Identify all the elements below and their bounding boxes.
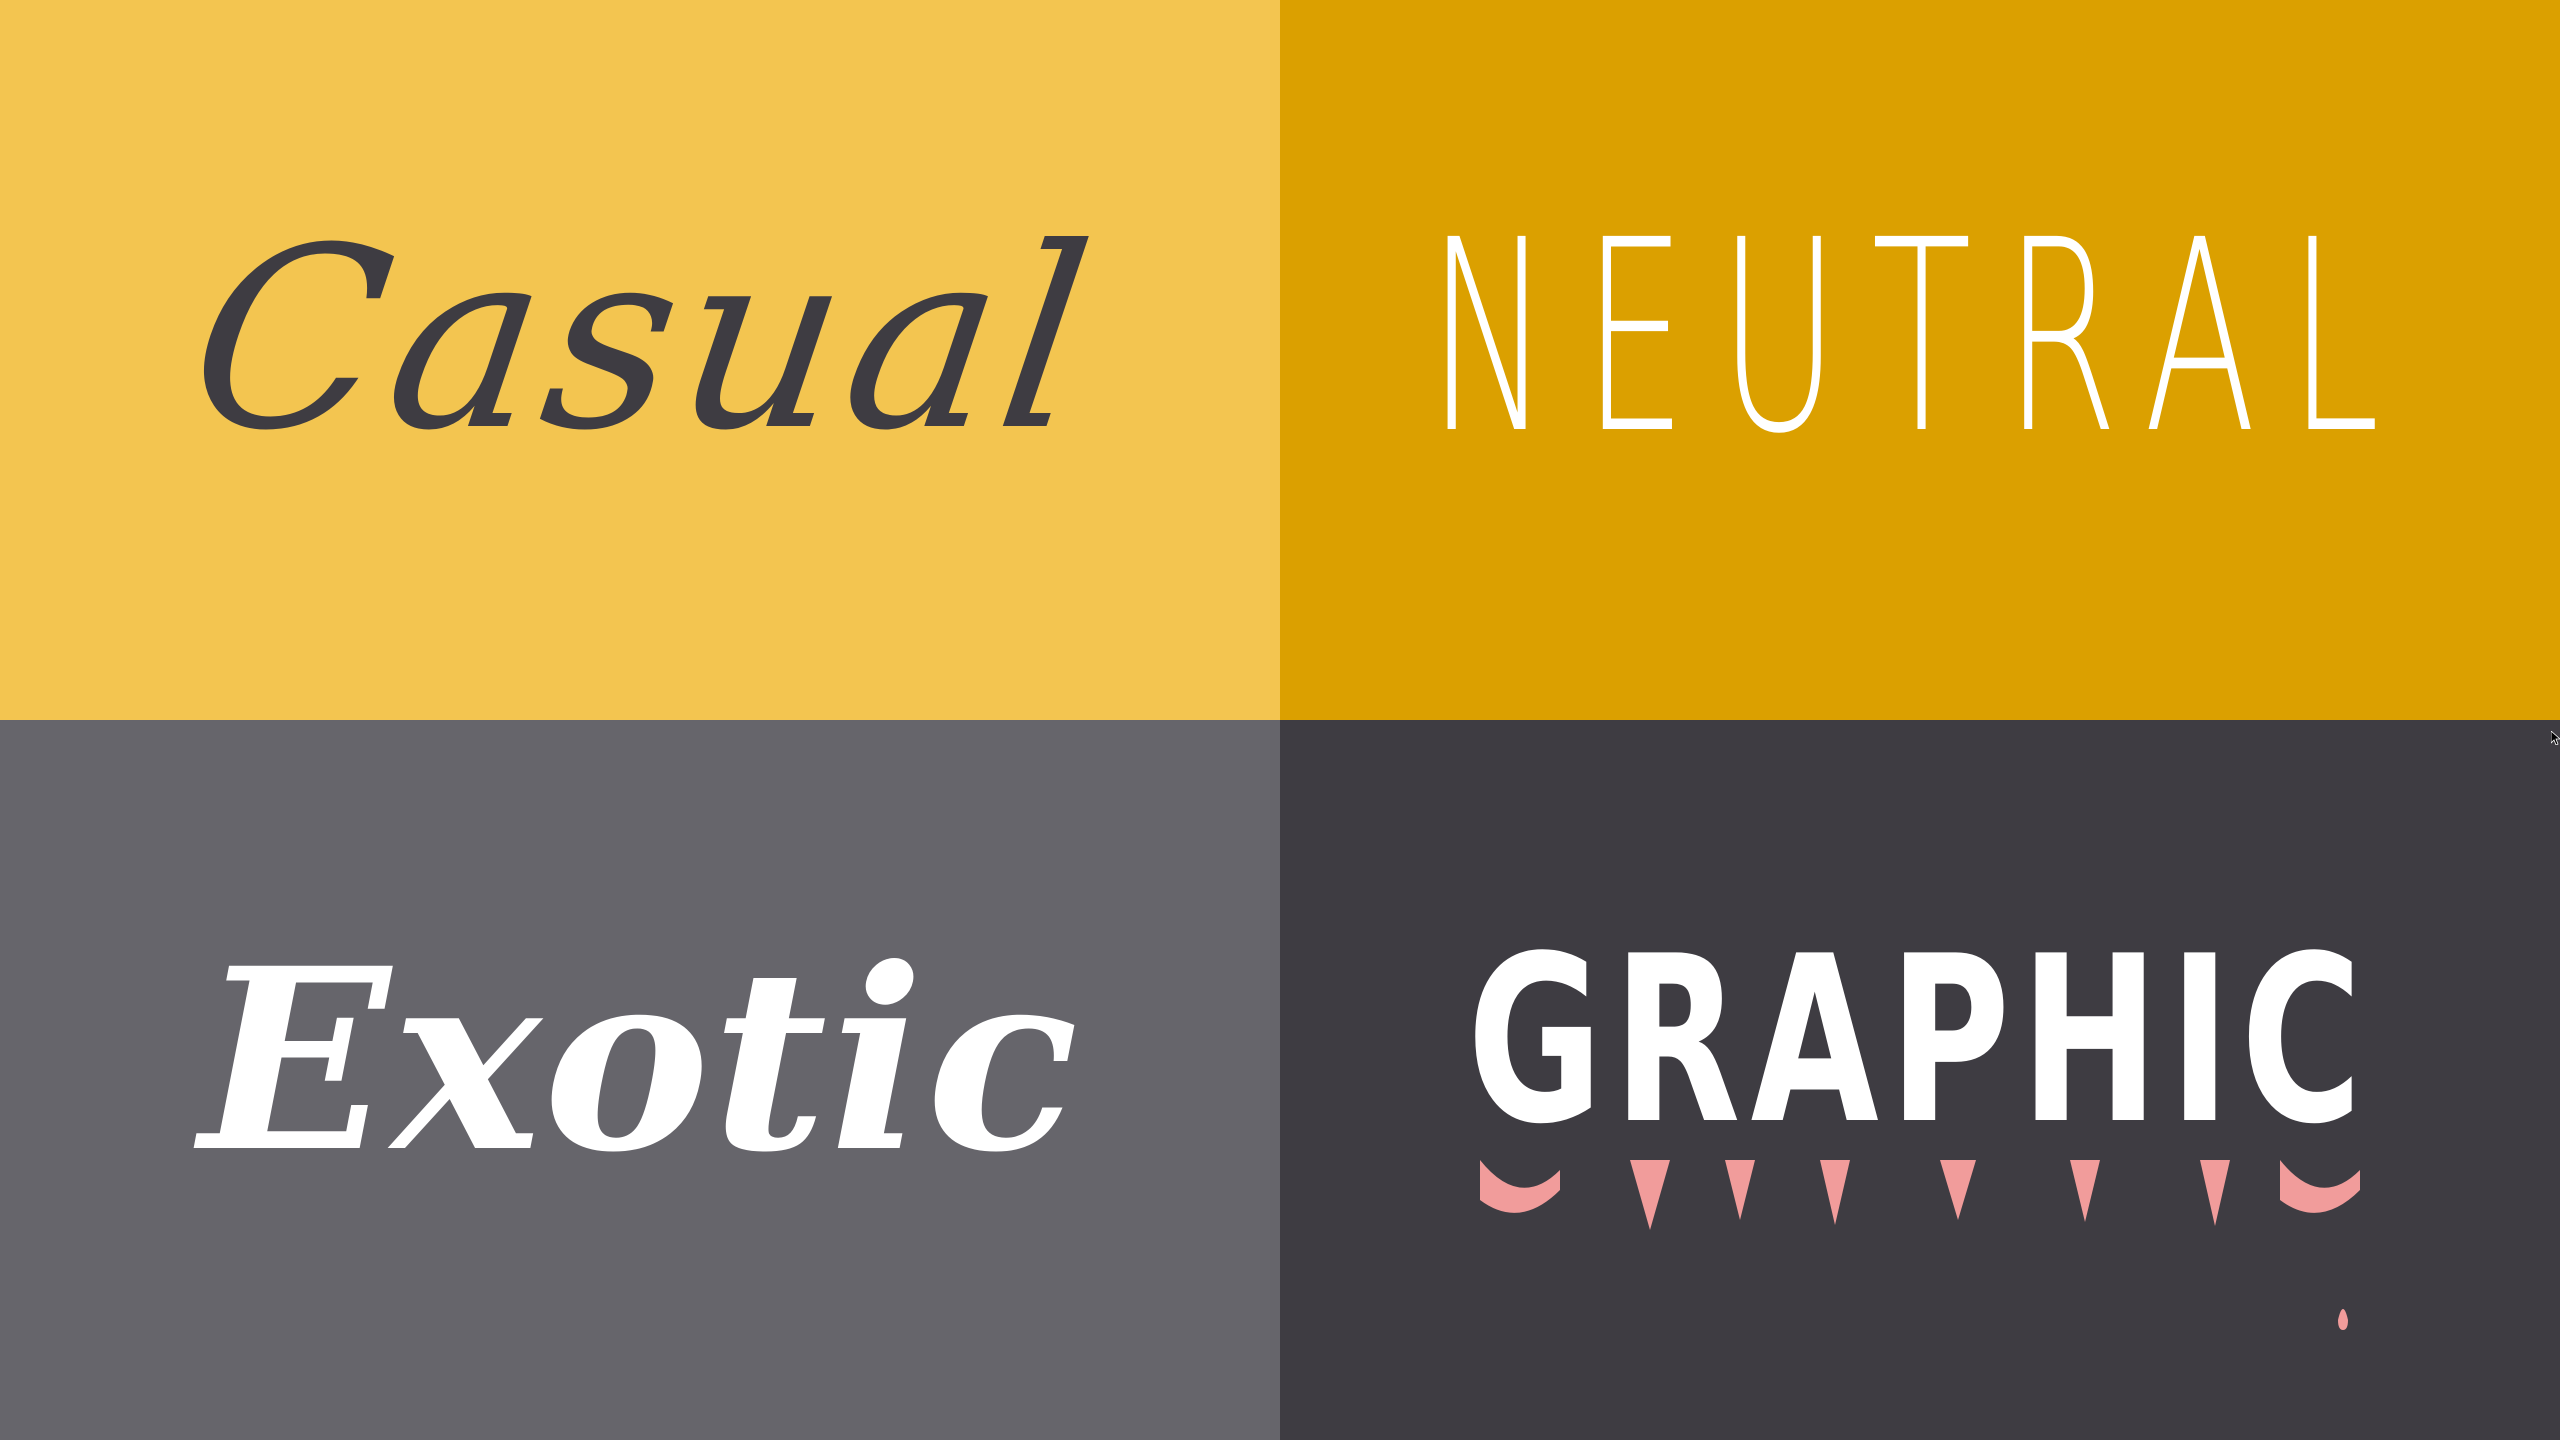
- graphic-drip-decoration: [1480, 1160, 2360, 1330]
- neutral-word: NEUTRAL: [1427, 183, 2413, 492]
- casual-word: Casual: [175, 194, 1111, 485]
- neutral-panel: NEUTRAL: [1280, 0, 2560, 720]
- typography-style-grid: Casual NEUTRAL Exotic GRAPHIC: [0, 0, 2560, 1440]
- mouse-cursor-icon: [2551, 731, 2560, 745]
- exotic-panel: Exotic: [0, 720, 1280, 1440]
- exotic-word: Exotic: [199, 913, 1081, 1207]
- casual-panel: Casual: [0, 0, 1280, 720]
- graphic-word: GRAPHIC: [1467, 908, 2373, 1175]
- drip-group: [1480, 1160, 2360, 1330]
